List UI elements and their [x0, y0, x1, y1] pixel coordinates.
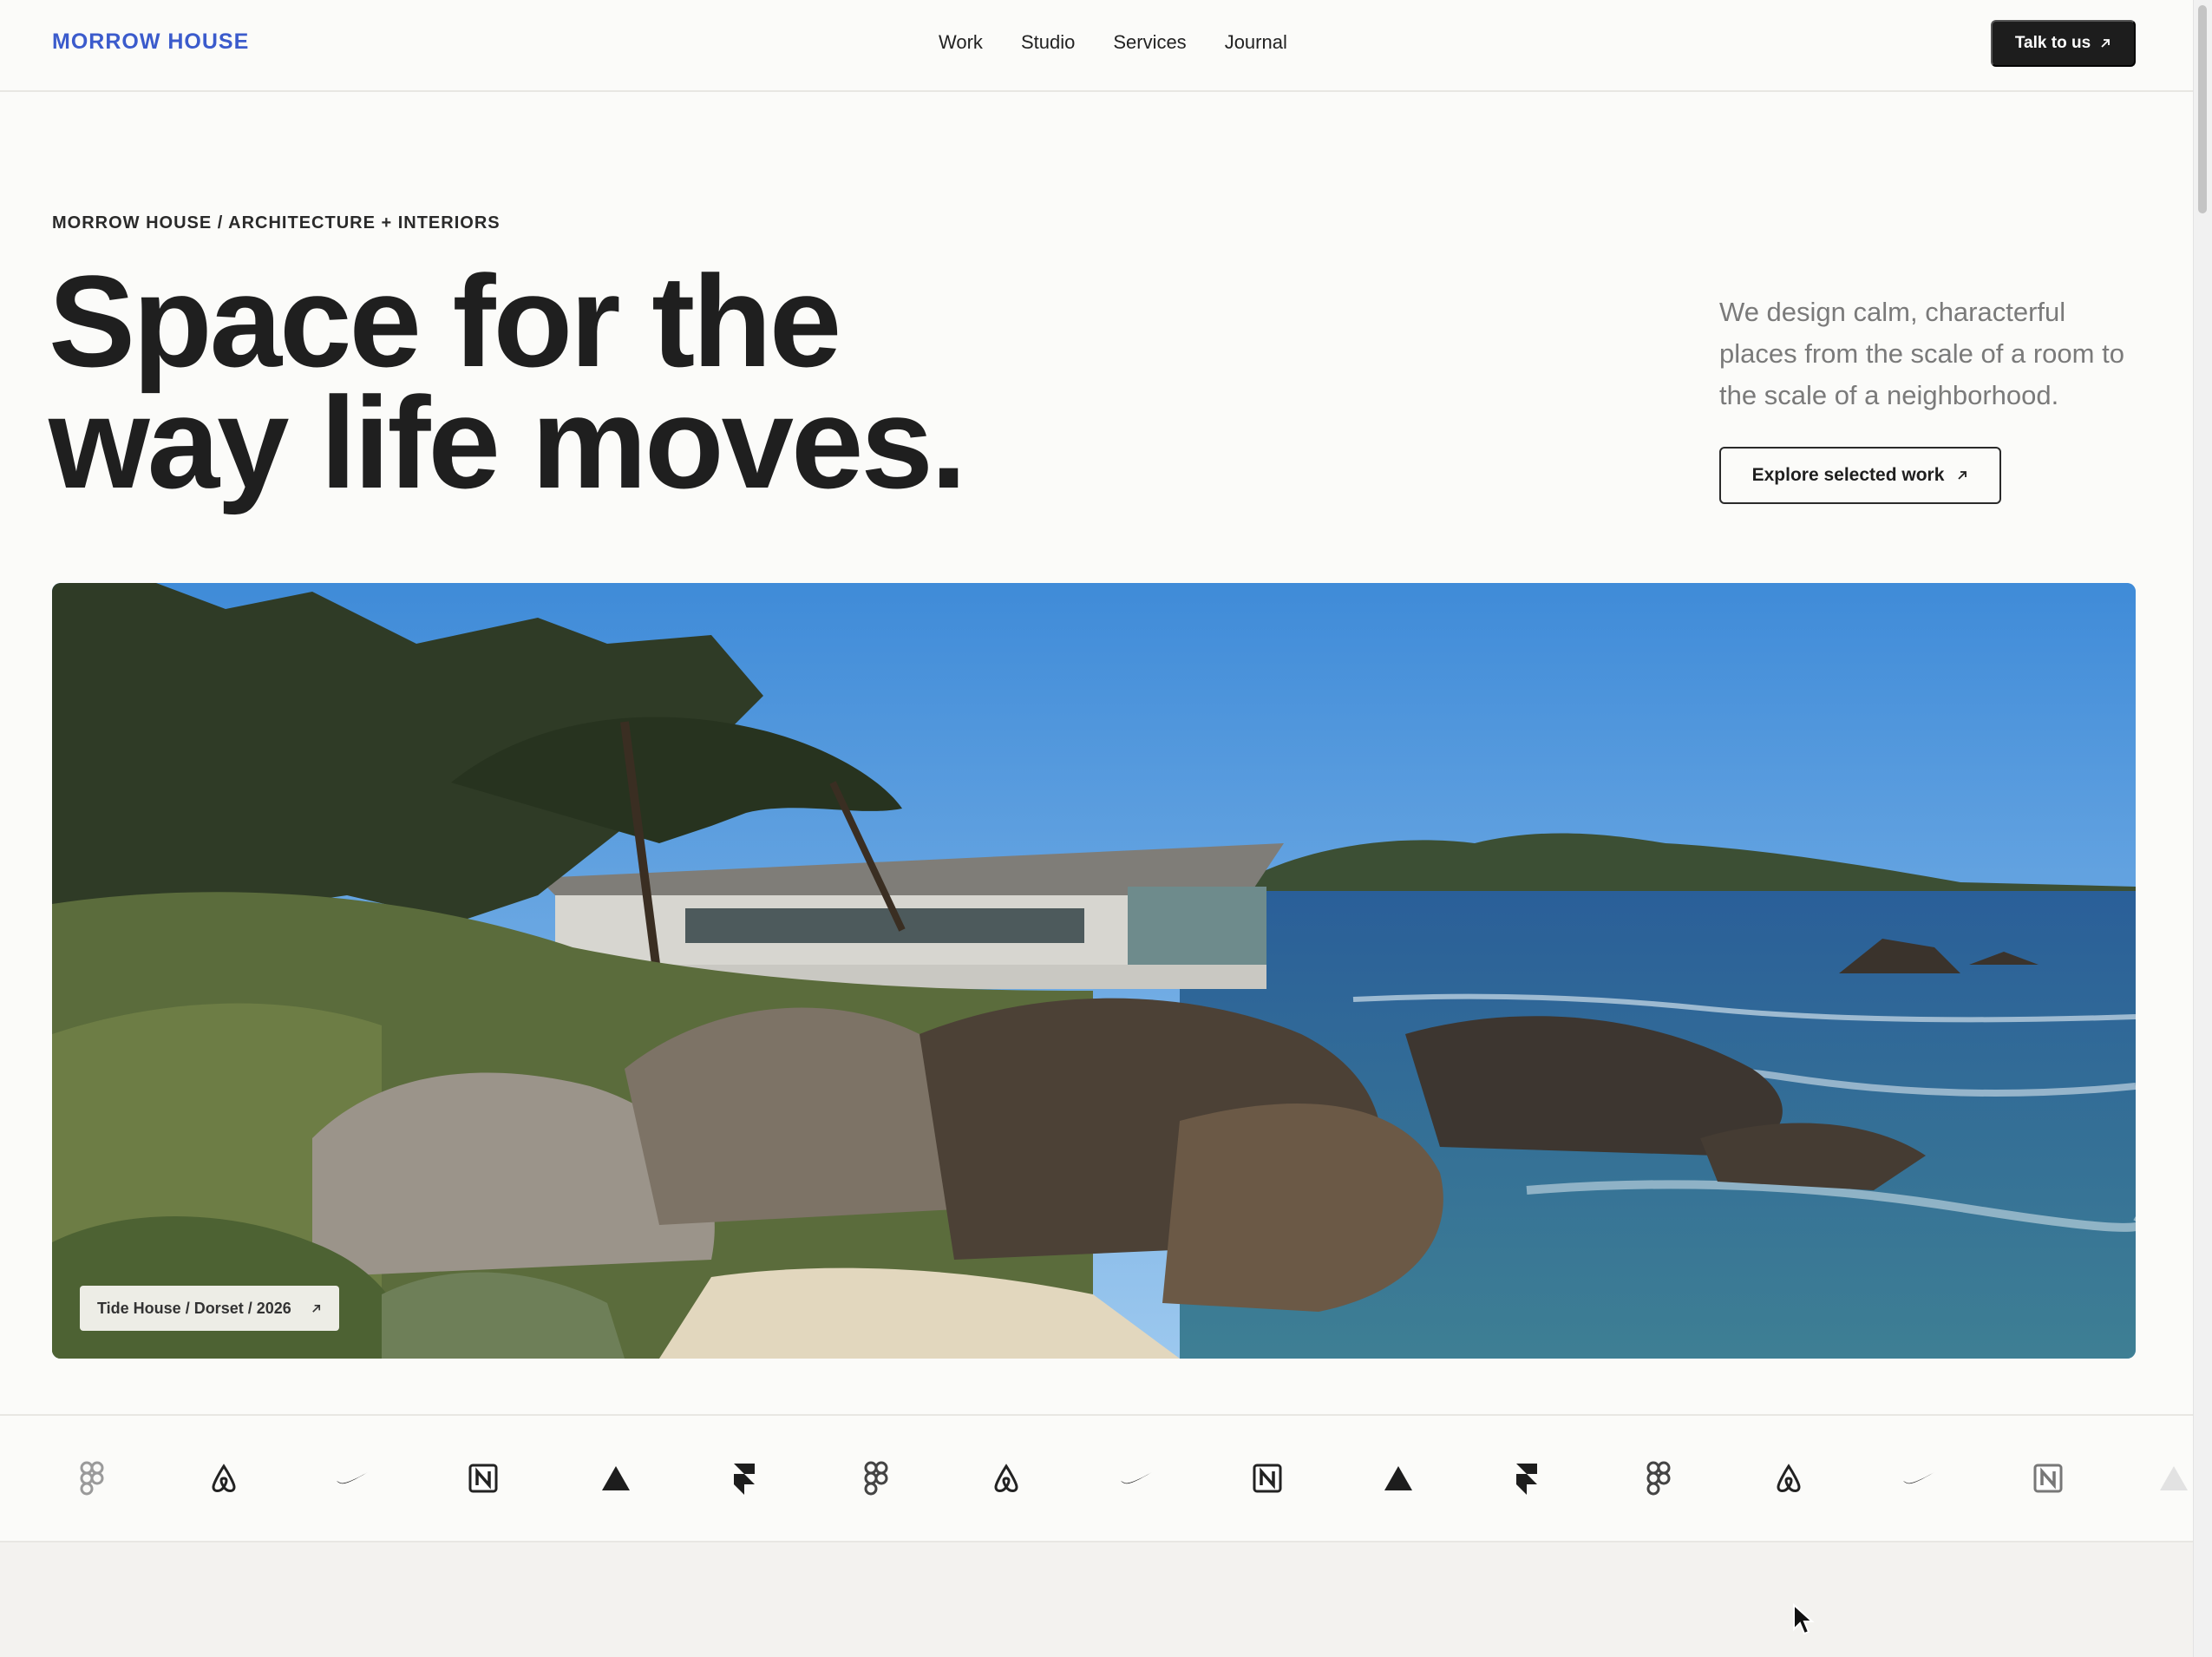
brand-logo[interactable]: MORROW HOUSE — [52, 29, 249, 55]
nike-swoosh-icon — [1900, 1459, 1938, 1497]
airbnb-icon — [1770, 1459, 1808, 1497]
nike-swoosh-icon — [1117, 1459, 1155, 1497]
mouse-cursor-icon — [1793, 1603, 1815, 1635]
framer-icon — [1508, 1459, 1546, 1497]
nav-journal[interactable]: Journal — [1225, 31, 1287, 54]
client-logo-strip — [0, 1414, 2193, 1542]
scrollbar-track[interactable] — [2193, 0, 2212, 1657]
nav-services[interactable]: Services — [1113, 31, 1186, 54]
figma-icon — [857, 1459, 895, 1497]
hero-intro: We design calm, characterful places from… — [1719, 297, 2124, 410]
notion-icon — [2030, 1459, 2068, 1497]
featured-project-image[interactable]: Tide House / Dorset / 2026 — [52, 583, 2136, 1359]
figma-icon — [73, 1459, 111, 1497]
headline-line-2: way life moves. — [49, 370, 967, 515]
project-caption-tag[interactable]: Tide House / Dorset / 2026 — [80, 1286, 339, 1331]
hero-headline: Space for the way life moves. — [49, 256, 1090, 508]
notion-icon — [465, 1459, 503, 1497]
talk-to-us-label: Talk to us — [2014, 34, 2091, 52]
figma-icon — [1639, 1459, 1678, 1497]
hero-eyebrow: MORROW HOUSE / ARCHITECTURE + INTERIORS — [52, 213, 501, 233]
arrow-up-right-icon — [2101, 39, 2111, 48]
next-section — [0, 1542, 2193, 1657]
talk-to-us-button[interactable]: Talk to us — [1991, 20, 2136, 67]
airbnb-icon — [987, 1459, 1025, 1497]
explore-work-label: Explore selected work — [1751, 465, 1945, 485]
page: MORROW HOUSE Work Studio Services Journa… — [0, 0, 2193, 1657]
framer-icon — [725, 1459, 763, 1497]
coastal-house-photo — [52, 583, 2136, 1359]
vercel-triangle-icon — [2155, 1459, 2193, 1497]
project-caption: Tide House / Dorset / 2026 — [97, 1299, 291, 1317]
nike-swoosh-icon — [333, 1459, 371, 1497]
notion-icon — [1249, 1459, 1287, 1497]
nav-work[interactable]: Work — [939, 31, 983, 54]
scrollbar-thumb[interactable] — [2198, 5, 2207, 213]
arrow-up-right-icon — [1958, 471, 1967, 480]
airbnb-icon — [205, 1459, 243, 1497]
vercel-triangle-icon — [597, 1459, 635, 1497]
explore-work-button[interactable]: Explore selected work — [1719, 447, 2001, 504]
arrow-up-right-icon — [311, 1304, 320, 1313]
site-header: MORROW HOUSE Work Studio Services Journa… — [0, 0, 2193, 92]
vercel-triangle-icon — [1379, 1459, 1417, 1497]
nav-studio[interactable]: Studio — [1021, 31, 1075, 54]
main-nav: Work Studio Services Journal — [939, 31, 1287, 54]
